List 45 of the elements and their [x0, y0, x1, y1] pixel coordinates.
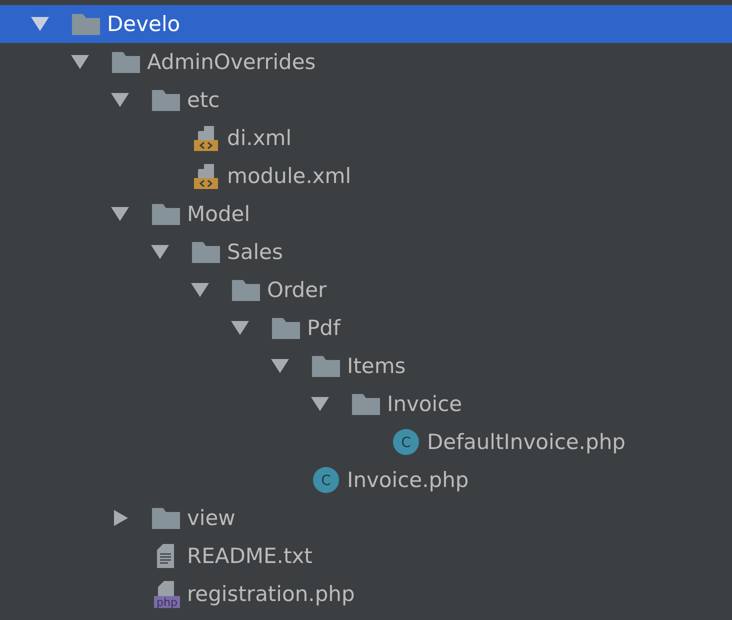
tree-row[interactable]: C DefaultInvoice.php: [0, 423, 732, 461]
xml-file-icon: [192, 162, 220, 190]
xml-file-icon: [192, 124, 220, 152]
file-name: Develo: [107, 11, 180, 37]
tree-row[interactable]: Sales: [0, 233, 732, 271]
expanded-arrow-icon[interactable]: [150, 244, 170, 260]
file-name: Sales: [227, 239, 283, 265]
expanded-arrow-icon[interactable]: [70, 54, 90, 70]
file-name: view: [187, 505, 236, 531]
tree-row[interactable]: Develo: [0, 5, 732, 43]
file-name: Items: [347, 353, 406, 379]
tree-row[interactable]: Order: [0, 271, 732, 309]
tree-row[interactable]: php registration.php: [0, 575, 732, 613]
tree-row[interactable]: AdminOverrides: [0, 43, 732, 81]
expanded-arrow-icon[interactable]: [110, 92, 130, 108]
file-name: DefaultInvoice.php: [427, 429, 626, 455]
tree-row[interactable]: Items: [0, 347, 732, 385]
file-name: Model: [187, 201, 250, 227]
expanded-arrow-icon[interactable]: [190, 282, 210, 298]
expanded-arrow-icon[interactable]: [110, 206, 130, 222]
tree-row[interactable]: view: [0, 499, 732, 537]
expanded-arrow-icon[interactable]: [30, 16, 50, 32]
expanded-arrow-icon[interactable]: [310, 396, 330, 412]
tree-row[interactable]: di.xml: [0, 119, 732, 157]
tree-row[interactable]: README.txt: [0, 537, 732, 575]
file-name: Pdf: [307, 315, 340, 341]
tree-row[interactable]: Pdf: [0, 309, 732, 347]
expanded-arrow-icon[interactable]: [230, 320, 250, 336]
file-name: README.txt: [187, 543, 312, 569]
file-name: registration.php: [187, 581, 355, 607]
tree-row[interactable]: Model: [0, 195, 732, 233]
tree-row[interactable]: C Invoice.php: [0, 461, 732, 499]
file-name: module.xml: [227, 163, 352, 189]
tree-row[interactable]: Invoice: [0, 385, 732, 423]
tree-row[interactable]: etc: [0, 81, 732, 119]
file-name: Invoice.php: [347, 467, 469, 493]
file-name: AdminOverrides: [147, 49, 316, 75]
file-name: Order: [267, 277, 327, 303]
class-icon: C: [392, 428, 420, 456]
tree-row[interactable]: module.xml: [0, 157, 732, 195]
file-name: etc: [187, 87, 220, 113]
file-name: Invoice: [387, 391, 462, 417]
expanded-arrow-icon[interactable]: [270, 358, 290, 374]
file-name: di.xml: [227, 125, 292, 151]
class-icon: C: [312, 466, 340, 494]
